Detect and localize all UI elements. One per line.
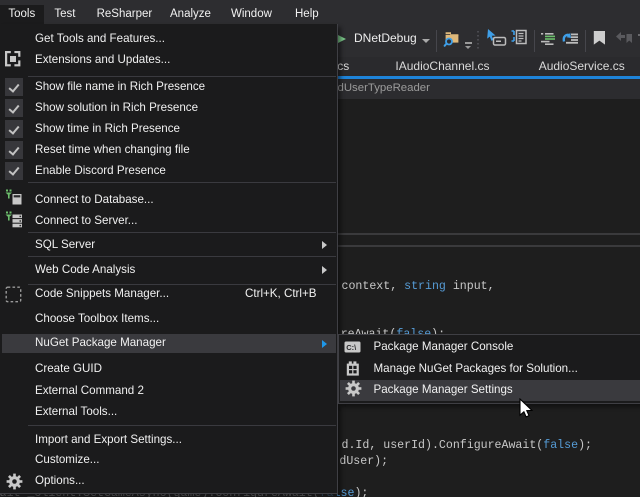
svg-text:C:\: C:\ — [346, 343, 357, 352]
